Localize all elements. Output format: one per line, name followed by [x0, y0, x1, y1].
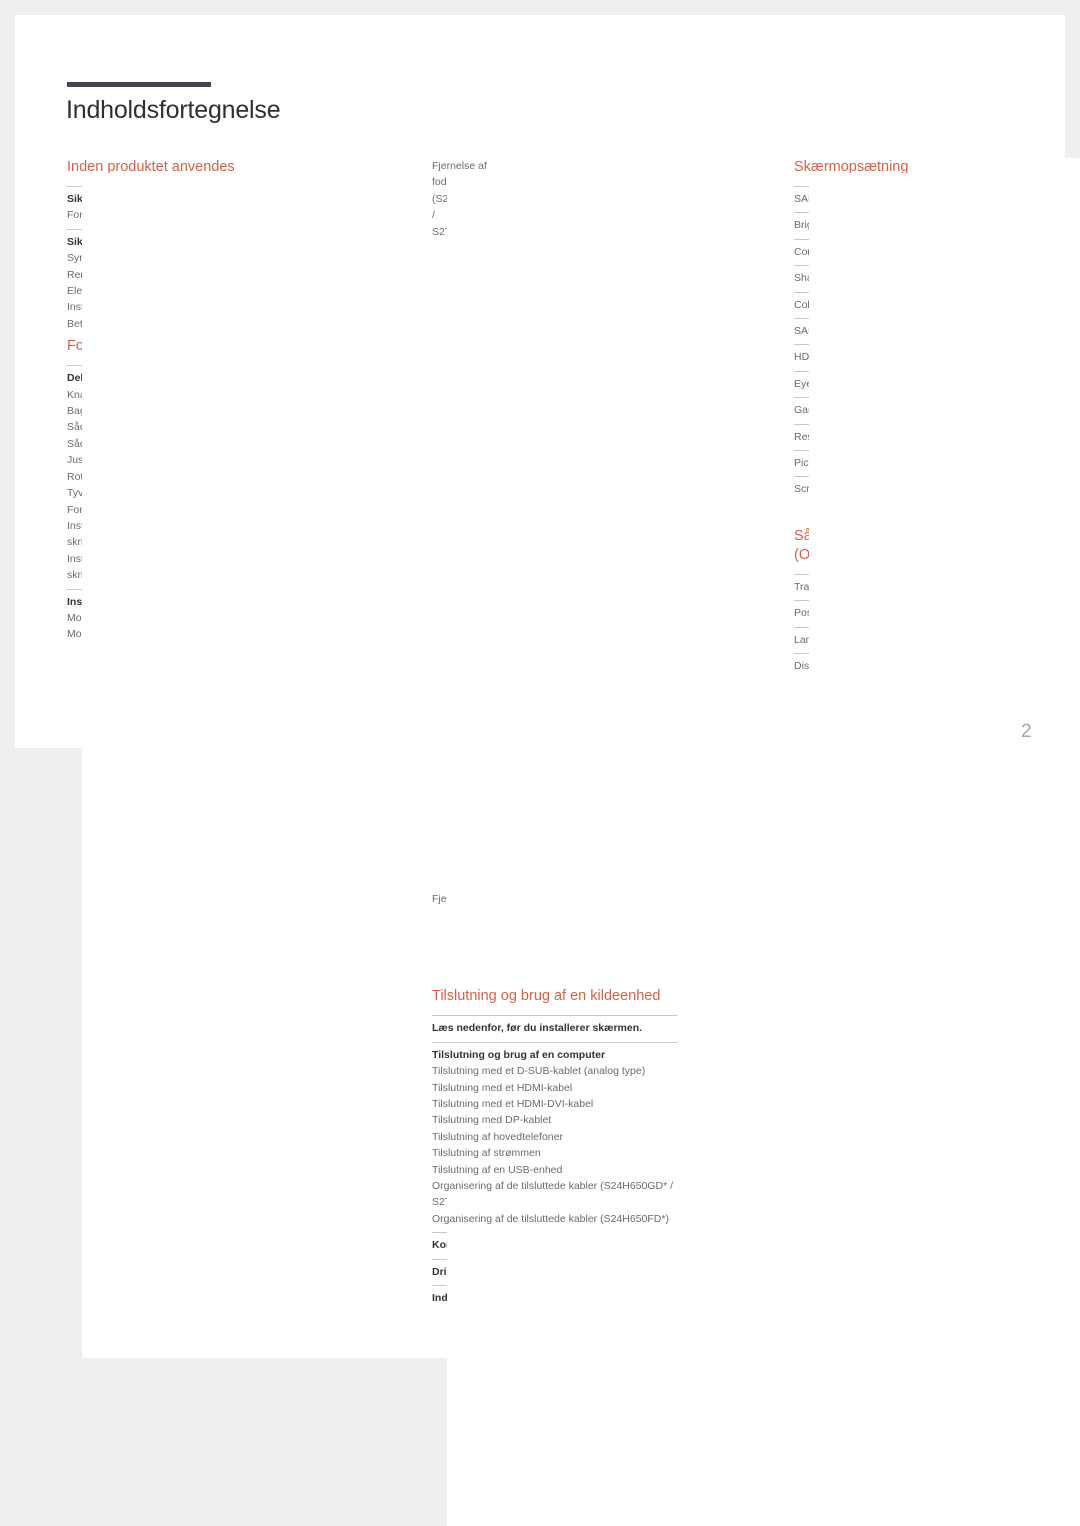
toc-entry[interactable]: Organisering af de tilsluttede kabler (S…	[432, 1178, 1080, 1526]
toc-entry-label: Organisering af de tilsluttede kabler (S…	[432, 1212, 669, 1225]
toc-column-2: Fjernelse af foden (S24H650GD* / S27H650…	[432, 158, 1080, 1526]
toc-entry-label: Læs nedenfor, før du installerer skærmen…	[432, 1022, 643, 1035]
toc-entry[interactable]: Tilslutning af en USB-enhed23	[432, 173, 1080, 1178]
toc-entry[interactable]: Organisering af de tilsluttede kabler (S…	[432, 1211, 1080, 1526]
title-accent-bar	[67, 82, 211, 87]
toc-group: Læs nedenfor, før du installerer skærmen…	[432, 173, 1080, 1036]
toc-entry-label: Tilslutning med et HDMI-DVI-kabel	[432, 1098, 594, 1111]
toc-group: Tilslutning og brug af en computer20Tils…	[432, 173, 1080, 1526]
toc-entry-label: Tilslutning af en USB-enhed	[432, 1163, 563, 1176]
toc-group: Installation16Montering af soklen (S24H6…	[67, 173, 1080, 1358]
toc-entry[interactable]: Tilslutning og brug af en computer20	[432, 173, 1080, 1063]
toc-entry[interactable]: Tilslutning med et HDMI-DVI-kabel21	[432, 173, 1080, 1112]
toc-entry-label: Tilslutning af hovedtelefoner	[432, 1130, 563, 1143]
toc-entry-label: Tilslutning med et D-SUB-kablet (analog …	[432, 1065, 646, 1078]
toc-group: Display Time31	[794, 173, 1080, 906]
page-number: 2	[1021, 721, 1032, 742]
toc-entry[interactable]: Tilslutning med et D-SUB-kablet (analog …	[432, 173, 1080, 1079]
toc-entry[interactable]: Tilslutning af strømmen22	[432, 173, 1080, 1161]
toc-entry-label: Tilslutning med DP-kablet	[432, 1114, 552, 1127]
toc-column-3: SkærmopsætningSAMSUNG MAGIC Bright27Brig…	[794, 158, 1080, 906]
section-heading: Tilslutning og brug af en kildeenhed	[432, 988, 661, 1005]
toc-entry[interactable]: Tilslutning med DP-kablet21	[432, 173, 1080, 1128]
toc-entry-label: Tilslutning og brug af en computer	[432, 1048, 606, 1061]
toc-column-1: Inden produktet anvendesSikring af insta…	[67, 158, 1080, 1358]
toc-entry[interactable]: Tilslutning af hovedtelefoner21	[432, 173, 1080, 1145]
toc-entry[interactable]: Tilslutning med et HDMI-kabel21	[432, 173, 1080, 1096]
column-gap	[432, 912, 677, 958]
document-page: Indholdsfortegnelse Inden produktet anve…	[15, 15, 1080, 1526]
toc-entry-page: 25	[447, 1225, 1080, 1526]
toc-entry[interactable]: Display Time31	[794, 173, 1080, 906]
page-title: Indholdsfortegnelse	[66, 96, 281, 124]
toc-entry[interactable]: Læs nedenfor, før du installerer skærmen…	[432, 173, 1080, 1036]
toc-entry-label: Tilslutning af strømmen	[432, 1147, 541, 1160]
toc-entry[interactable]: Montering af soklen (S24H650FD*)17	[67, 173, 1080, 906]
toc-entry-page: 31	[809, 173, 1080, 906]
toc-entry-label: Tilslutning med et HDMI-kabel	[432, 1081, 573, 1094]
